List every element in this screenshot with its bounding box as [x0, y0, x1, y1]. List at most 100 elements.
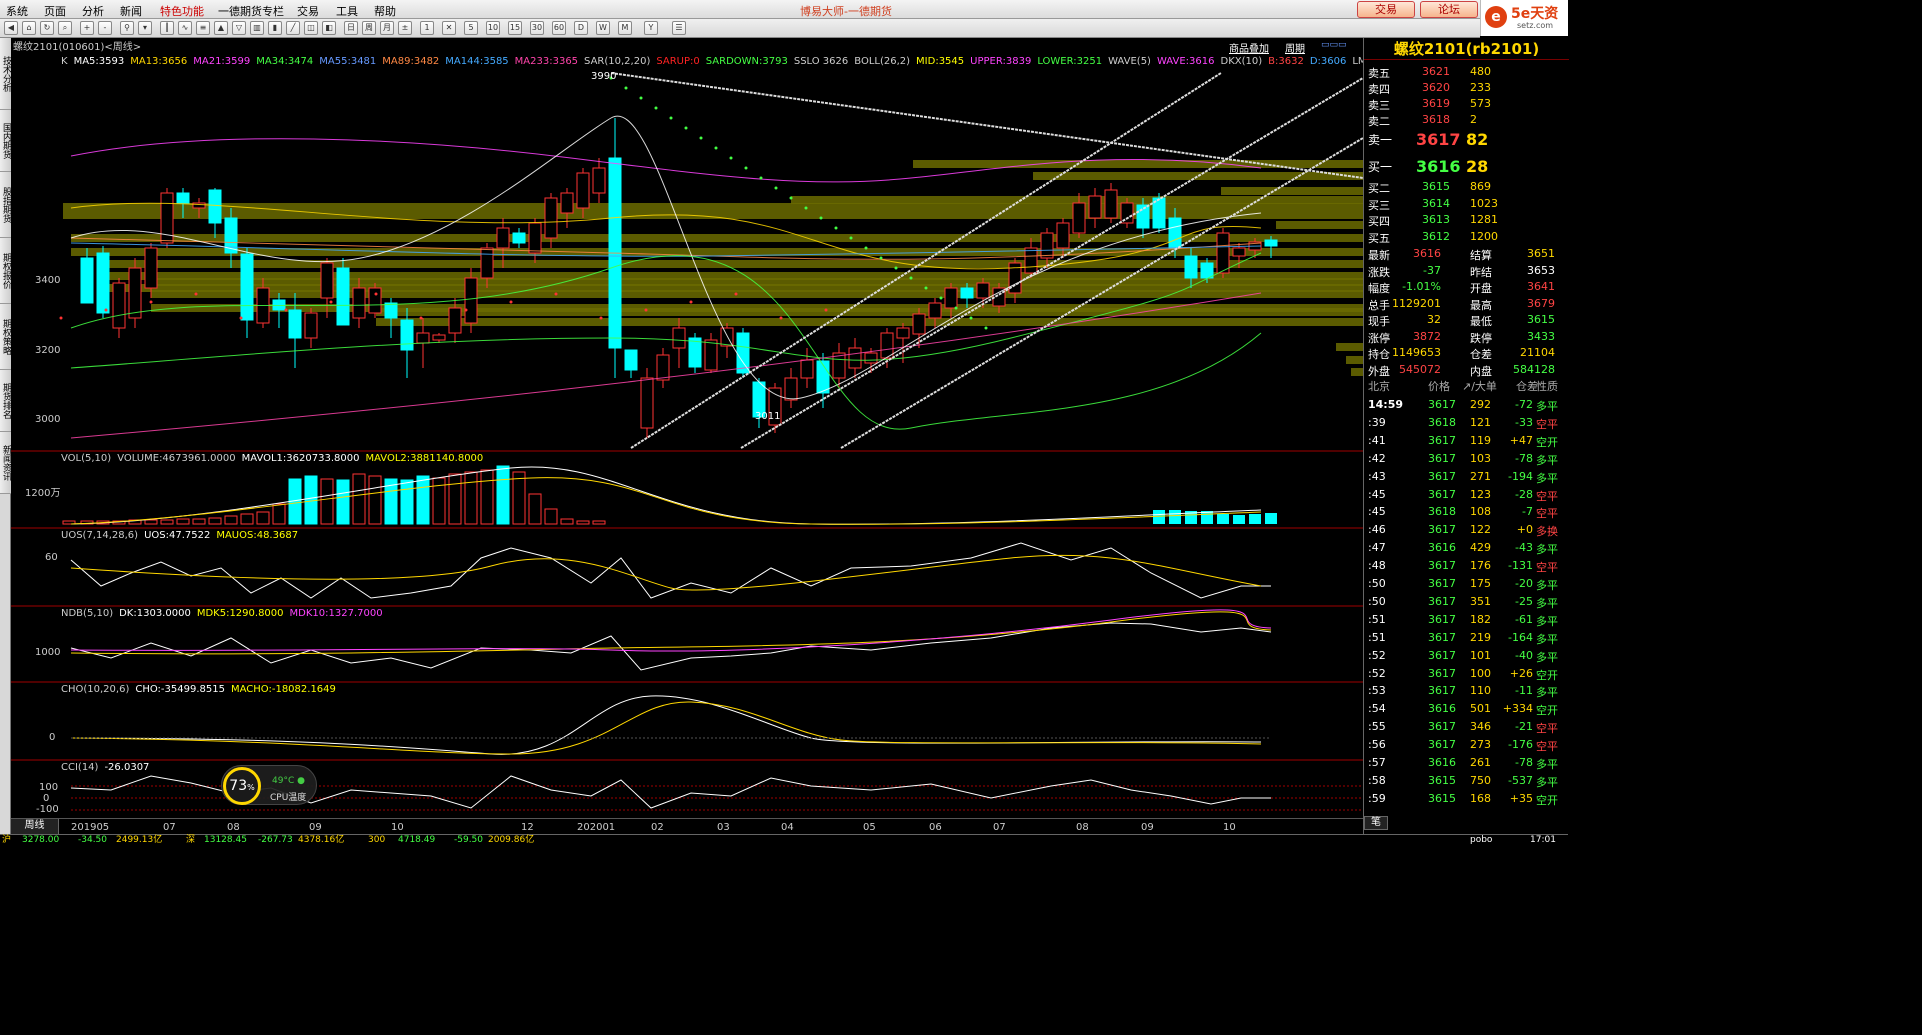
menu-analysis[interactable]: 分析 — [82, 3, 104, 19]
period-y-icon[interactable]: Y — [644, 21, 658, 35]
ma-item-11: SARDOWN:3793 — [705, 56, 788, 67]
stats-icon[interactable]: ▥ — [250, 21, 264, 35]
kline-icon[interactable]: ┃ — [160, 21, 174, 35]
overlay-icon[interactable]: ◧ — [322, 21, 336, 35]
chart-type-icon[interactable]: ◫ — [304, 21, 318, 35]
refresh-icon[interactable]: ↻ — [40, 21, 54, 35]
find-icon[interactable]: ⚲ — [120, 21, 134, 35]
home-icon[interactable]: ⌂ — [22, 21, 36, 35]
period-x-icon[interactable]: ✕ — [442, 21, 456, 35]
period-1-icon[interactable]: 1 — [420, 21, 434, 35]
period-15-icon[interactable]: 15 — [508, 21, 522, 35]
period-60-icon[interactable]: 60 — [552, 21, 566, 35]
period-5-icon[interactable]: 5 — [464, 21, 478, 35]
settings-icon[interactable]: ☰ — [672, 21, 686, 35]
sar-dot — [734, 292, 738, 296]
stat-label: 昨结 — [1470, 265, 1492, 279]
tab-index-futures[interactable]: 股指期货 — [0, 172, 11, 238]
candle-body — [784, 377, 798, 401]
ma-item-20: B:3632 — [1268, 56, 1304, 67]
zoom-out-icon[interactable]: - — [98, 21, 112, 35]
ask-price: 3618 — [1422, 113, 1450, 126]
menu-features[interactable]: 特色功能 — [160, 3, 204, 19]
day-icon[interactable]: 日 — [344, 21, 358, 35]
lines-icon[interactable]: ╱ — [286, 21, 300, 35]
period-link[interactable]: 周期 — [1285, 40, 1305, 55]
tab-option-strategy[interactable]: 期权策略 — [0, 304, 11, 370]
timeline-icon[interactable]: ∿ — [178, 21, 192, 35]
menu-yide-column[interactable]: 一德期货专栏 — [218, 3, 284, 19]
tab-option-quotes[interactable]: 期权报价 — [0, 238, 11, 304]
candle-body — [912, 313, 926, 335]
menu-system[interactable]: 系统 — [6, 3, 28, 19]
tab-futures-ranking[interactable]: 期货排名 — [0, 370, 11, 432]
menu-page[interactable]: 页面 — [44, 3, 66, 19]
calc-icon[interactable]: ± — [398, 21, 412, 35]
bars-icon[interactable]: ▮ — [268, 21, 282, 35]
period-m-icon[interactable]: M — [618, 21, 632, 35]
bid-label: 买二 — [1368, 182, 1390, 195]
vol-item-2: MAVOL1:3620733.8000 — [241, 453, 360, 464]
period-d-icon[interactable]: D — [574, 21, 588, 35]
period-10-icon[interactable]: 10 — [486, 21, 500, 35]
tick-volume: 103 — [1470, 451, 1491, 465]
price-label-3200: 3200 — [35, 345, 61, 356]
overlay-link[interactable]: 商品叠加 — [1229, 40, 1269, 55]
ma-item-3: MA21:3599 — [193, 56, 251, 67]
menu-help[interactable]: 帮助 — [374, 3, 396, 19]
candle-body — [176, 192, 190, 204]
sar-dot — [689, 300, 693, 304]
tick-oi-change: -164 — [1508, 630, 1533, 644]
bid-volume: 1281 — [1470, 213, 1498, 226]
ma-item-17: WAVE(5) — [1108, 56, 1151, 67]
tab-domestic-futures[interactable]: 国内期货 — [0, 110, 11, 172]
zoom-in-icon[interactable]: + — [80, 21, 94, 35]
candle-body — [288, 309, 302, 339]
stat-value: 3641 — [1527, 280, 1555, 293]
forum-button[interactable]: 论坛 — [1420, 1, 1478, 18]
tab-tech-analysis[interactable]: 技术分析 — [0, 38, 11, 110]
ndb-item-3: MDK10:1327.7000 — [289, 608, 383, 619]
chart-area[interactable]: 螺纹2101(010601)<周线> 商品叠加 周期 ▭▭▭ K MA5:3593… — [11, 38, 1513, 834]
indicator-icon[interactable]: ▲ — [214, 21, 228, 35]
window-controls-icon[interactable]: ▭▭▭ — [1321, 40, 1347, 50]
tick-price: 3618 — [1428, 415, 1456, 429]
volume-bar — [368, 475, 382, 525]
menu-trade[interactable]: 交易 — [297, 3, 319, 19]
month-icon[interactable]: 月 — [380, 21, 394, 35]
ndb-item-0: NDB(5,10) — [61, 608, 114, 619]
ask-row: 卖四 3620 233 — [1364, 80, 1569, 96]
tick-time: :43 — [1368, 469, 1386, 483]
period-30-icon[interactable]: 30 — [530, 21, 544, 35]
tick-tab[interactable]: 笔 — [1364, 816, 1388, 830]
bid-label: 买一 — [1368, 160, 1393, 174]
candle-body — [384, 302, 398, 319]
stat-row: 外盘 545072 内盘 584128 — [1364, 362, 1569, 378]
sar-dot — [329, 300, 333, 304]
filter-icon[interactable]: ▽ — [232, 21, 246, 35]
sar-dot — [624, 86, 628, 90]
period-tab-weekly[interactable]: 周线 — [11, 819, 59, 834]
menu-news[interactable]: 新闻 — [120, 3, 142, 19]
menu-tools[interactable]: 工具 — [336, 3, 358, 19]
ndb-indicator-line: NDB(5,10) DK:1303.0000 MDK5:1290.8000 MDK10… — [61, 608, 389, 622]
search-icon[interactable]: ⌕ — [58, 21, 72, 35]
sar-dot — [924, 286, 928, 290]
vol-item-0: VOL(5,10) — [61, 453, 112, 464]
cho-item-1: CHO:-35499.8515 — [135, 684, 225, 695]
volume-profile-bar — [913, 160, 1363, 168]
tick-header-cell: 性质 — [1536, 380, 1558, 393]
tab-news-info[interactable]: 新闻资讯 — [0, 432, 11, 494]
tick-icon[interactable]: ≡ — [196, 21, 210, 35]
tick-row: :52 3617 101 -40 多平 — [1364, 647, 1569, 665]
window-title: 博易大师-一德期货 — [800, 5, 892, 18]
tick-time: :42 — [1368, 451, 1386, 465]
logo-text: 5e天资 — [1511, 6, 1559, 22]
period-w-icon[interactable]: W — [596, 21, 610, 35]
trade-button[interactable]: 交易 — [1357, 1, 1415, 18]
ask-row: 卖一 3617 82 — [1364, 130, 1569, 150]
week-icon[interactable]: 周 — [362, 21, 376, 35]
marker-icon[interactable]: ▾ — [138, 21, 152, 35]
back-icon[interactable]: ◀ — [4, 21, 18, 35]
tick-time: :51 — [1368, 630, 1386, 644]
